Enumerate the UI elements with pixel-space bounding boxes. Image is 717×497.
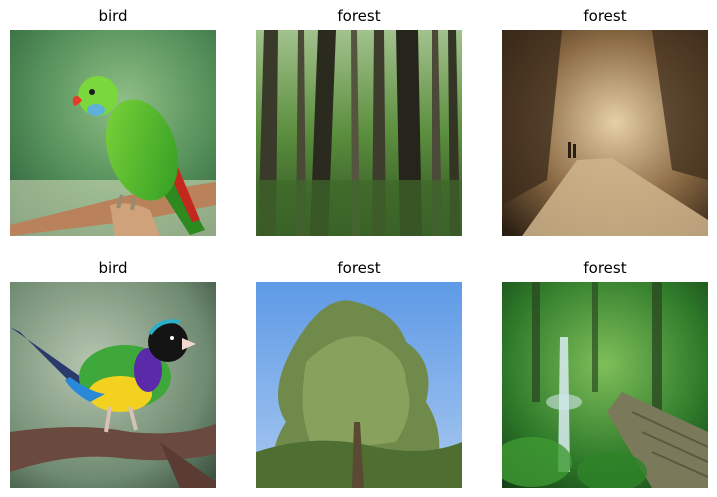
sepia-forest-path-photo: [502, 30, 708, 236]
green-parrot-photo: [10, 30, 216, 236]
cell-title: bird: [98, 259, 128, 277]
pine-tree-blue-sky-photo: [256, 282, 462, 488]
cell-title: bird: [98, 7, 128, 25]
tall-tree-trunks-photo: [256, 30, 462, 236]
cell-title: forest: [337, 7, 381, 25]
waterfall-boardwalk-photo: [502, 282, 708, 488]
cell-title: forest: [583, 7, 627, 25]
cell-title: forest: [337, 259, 381, 277]
cell-title: forest: [583, 259, 627, 277]
gouldian-finch-photo: [10, 282, 216, 488]
